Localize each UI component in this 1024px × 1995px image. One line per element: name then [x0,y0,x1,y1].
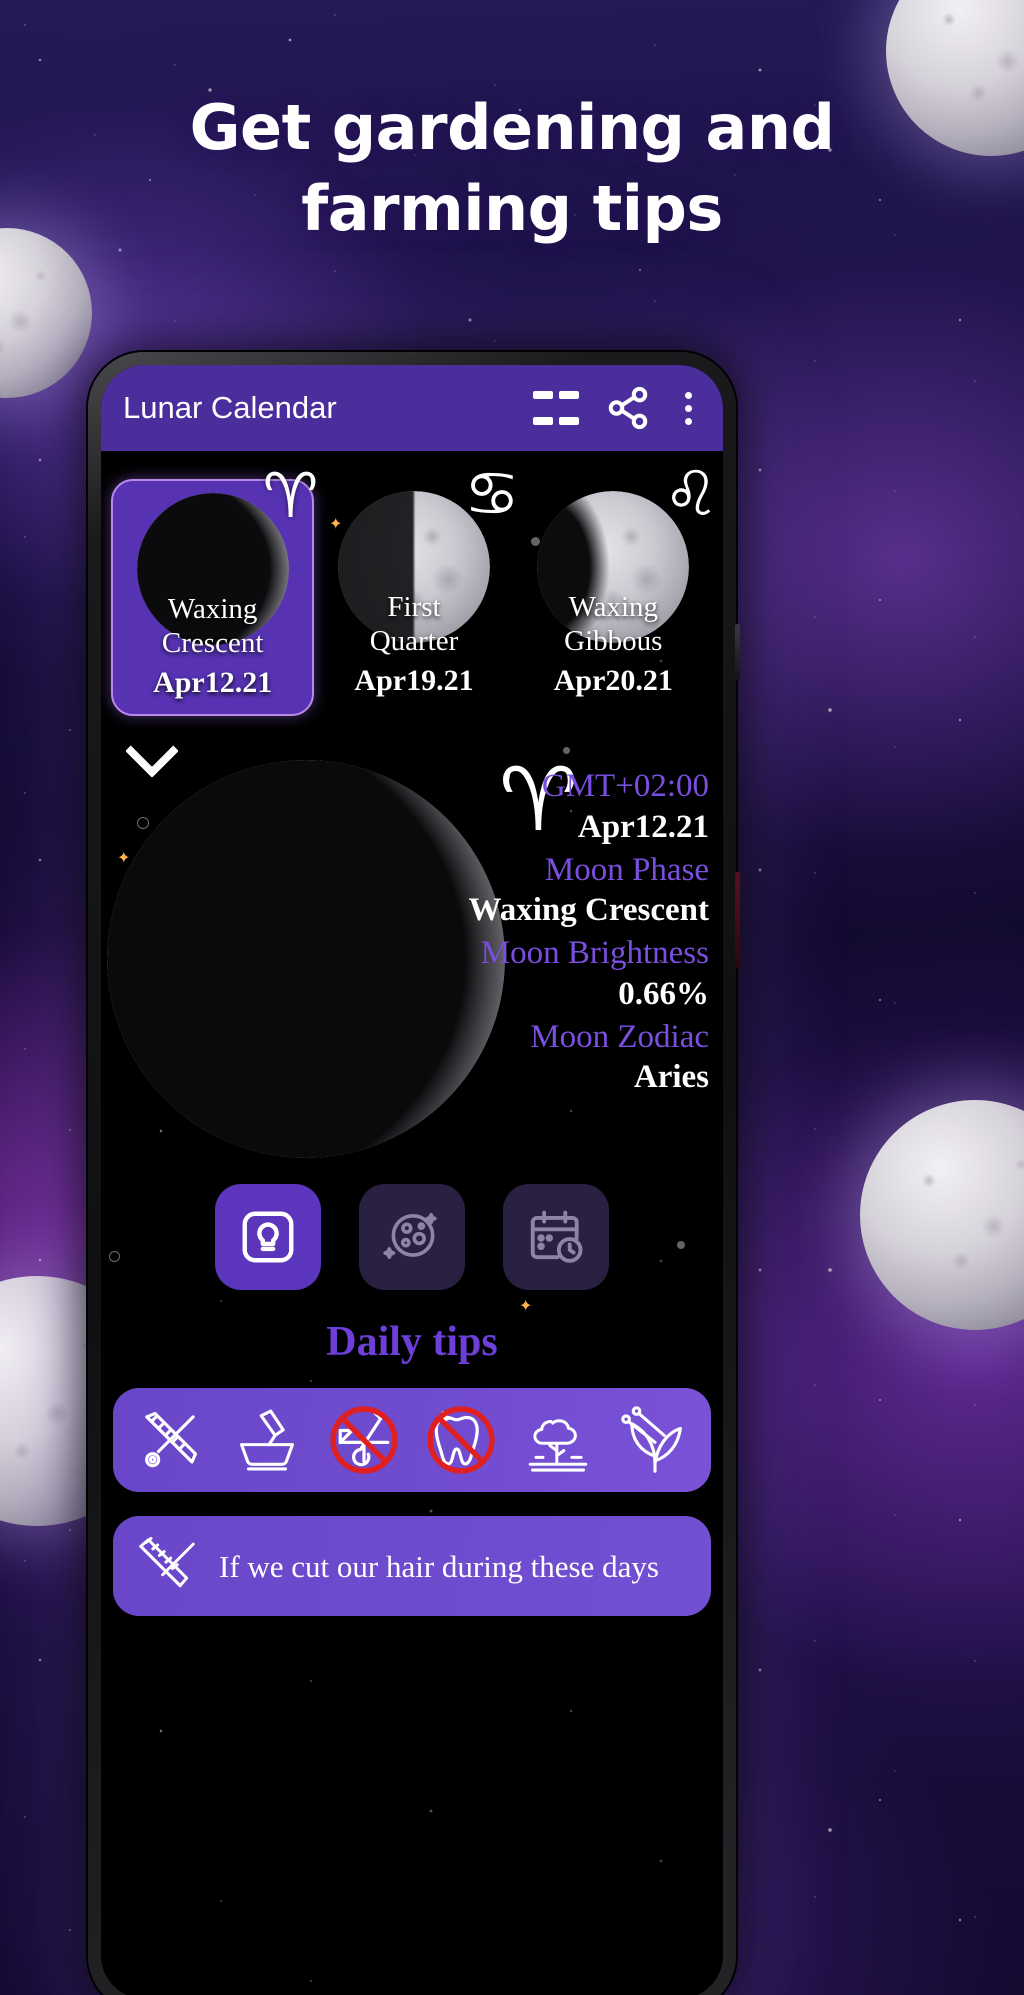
moon-zodiac-label: Moon Zodiac [530,1018,709,1055]
phase-card-date: Apr12.21 [153,666,273,700]
hair-dye-bowl-brush-icon[interactable] [228,1401,306,1479]
moon-detail-panel: ♈ GMT+02:00 Apr12.21 Moon Phase Waxing C… [101,750,723,1180]
phase-name-line-2: Gibbous [564,624,663,657]
grid-cell [559,417,579,425]
planting-tree-icon[interactable] [519,1401,597,1479]
calendar-clock-icon [530,1211,583,1263]
phase-card-waxing-crescent[interactable]: ♈ Waxing Crescent Apr12.21 [111,465,318,717]
tips-bulb-button[interactable] [215,1184,321,1291]
no-dental-work-icon[interactable] [422,1401,500,1479]
daily-tips-icon-bar [113,1388,711,1493]
grid-cell [533,417,553,425]
phase-card-date: Apr20.21 [553,664,673,698]
menu-dot [684,417,692,425]
overflow-menu-icon[interactable] [671,385,705,431]
phone-mockup: Lunar Calendar ✦ ✦ ✦ ♈ Waxing Crescent A… [88,352,740,1995]
daily-tip-text: If we cut our hair during these days [219,1548,659,1584]
moon-phase-carousel[interactable]: ♈ Waxing Crescent Apr12.21 ♋ First Quart… [101,451,723,717]
phase-card-name: First Quarter [320,591,507,658]
grid-view-icon[interactable] [533,385,579,431]
moon-phase-label: Moon Phase [544,851,709,888]
phase-name-line-1: First [387,591,441,623]
phase-name-line-1: Waxing [568,591,659,623]
menu-dot [684,404,692,412]
action-button-row [101,1184,723,1291]
detail-date: Apr12.21 [577,808,709,845]
moon-brightness-label: Moon Brightness [480,935,709,972]
phase-name-line-2: Crescent [161,626,264,659]
share-icon[interactable] [605,385,651,431]
chevron-down-icon[interactable] [129,732,181,762]
pruning-plant-icon[interactable] [616,1401,694,1479]
grid-cell [533,391,553,399]
grid-cell [559,391,579,399]
app-content: ✦ ✦ ✦ ✦ ♈ [101,451,723,1995]
aries-zodiac-icon: ♈ [262,459,319,532]
promo-screenshot: Get gardening and farming tips Lunar Cal… [0,0,1024,1995]
phase-card-date: Apr19.21 [354,664,474,698]
phase-card-waxing-gibbous[interactable]: ♌ Waxing Gibbous Apr20.21 [514,463,719,716]
phone-side-button-upper [735,624,740,680]
moon-phase-value: Waxing Crescent [468,892,709,928]
background-moon-bottom-right [860,1100,1024,1330]
moon-phases-button[interactable] [359,1184,465,1291]
phone-side-button-lower [735,872,740,968]
haircut-comb-scissors-icon[interactable] [131,1401,209,1479]
moon-brightness-value: 0.66% [618,975,709,1012]
headline-line-1: Get gardening and [189,91,835,164]
moon-info-list: GMT+02:00 Apr12.21 Moon Phase Waxing Cre… [289,766,709,1100]
no-hair-removal-icon[interactable] [325,1401,403,1479]
daily-tip-card[interactable]: If we cut our hair during these days [113,1516,711,1617]
background-moon-mid-left [0,228,92,398]
app-bar: Lunar Calendar [101,365,723,451]
phase-card-name: Waxing Gibbous [520,591,707,658]
app-title: Lunar Calendar [123,390,337,425]
timezone-label: GMT+02:00 [541,768,709,805]
phase-name-line-2: Quarter [369,624,459,657]
phase-name-line-1: Waxing [167,593,258,625]
promo-headline: Get gardening and farming tips [0,88,1024,249]
phase-card-first-quarter[interactable]: ♋ First Quarter Apr19.21 [314,463,520,716]
headline-line-2: farming tips [301,171,723,245]
daily-tips-heading: Daily tips [326,1319,498,1366]
moon-craters-icon [383,1213,437,1260]
moon-zodiac-value: Aries [633,1059,709,1095]
phone-screen: Lunar Calendar ✦ ✦ ✦ ♈ Waxing Crescent A… [101,365,723,1995]
lightbulb-icon [242,1211,294,1263]
comb-icon [131,1530,203,1602]
sparkle-decor: ✦ [519,1298,533,1315]
leo-zodiac-icon: ♌ [663,457,719,530]
cancer-zodiac-icon: ♋ [464,457,520,530]
calendar-button[interactable] [503,1184,609,1291]
menu-dot [684,391,692,399]
phase-card-name: Waxing Crescent [119,593,306,660]
